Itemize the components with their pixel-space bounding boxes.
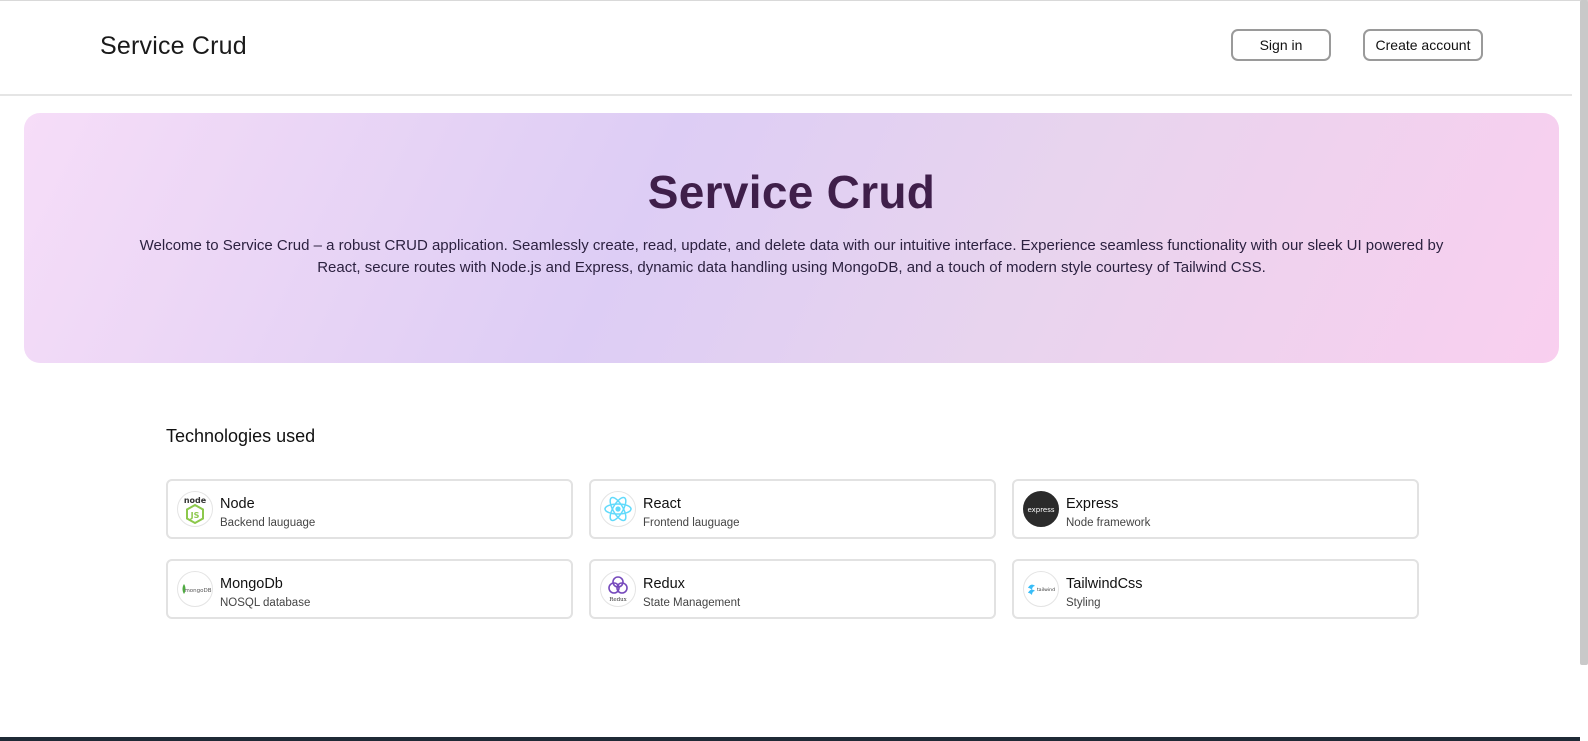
nodejs-icon: node JS [177,491,213,527]
mongodb-icon: mongoDB [177,571,213,607]
tech-description: Styling [1066,597,1101,609]
hero-title: Service Crud [647,166,936,218]
tech-description: Frontend lauguage [643,517,740,529]
hero-banner: Service Crud Welcome to Service Crud – a… [24,113,1559,363]
redux-icon: Redux [600,571,636,607]
tech-name: MongoDb [220,576,283,592]
tech-description: State Management [643,597,741,609]
taskbar-strip [0,737,1580,741]
site-header: Service Crud Sign in Create account [0,1,1572,96]
tech-description: Node framework [1066,517,1151,529]
page-scrollbar[interactable] [1580,0,1588,665]
svg-text:express: express [1027,506,1054,514]
svg-text:JS: JS [190,511,200,520]
tech-description: NOSQL database [220,597,311,609]
tech-card-react: React Frontend lauguage [589,479,996,539]
react-icon [600,491,636,527]
tech-name: Redux [643,576,685,592]
create-account-button[interactable]: Create account [1363,29,1483,61]
tech-name: Node [220,496,255,512]
tech-name: TailwindCss [1066,576,1143,592]
tech-card-node: node JS Node Backend lauguage [166,479,573,539]
tech-name: React [643,496,681,512]
tech-description: Backend lauguage [220,517,316,529]
svg-text:mongoDB: mongoDB [184,588,211,594]
express-icon: express [1023,491,1059,527]
tech-card-redux: Redux Redux State Management [589,559,996,619]
hero-description: Welcome to Service Crud – a robust CRUD … [139,237,1444,276]
tech-name: Express [1066,496,1119,512]
sign-in-button[interactable]: Sign in [1231,29,1331,61]
svg-text:tailwind: tailwind [1037,587,1055,593]
tech-card-express: express Express Node framework [1012,479,1419,539]
svg-text:node: node [184,496,207,505]
technologies-heading: Technologies used [166,426,316,446]
tailwindcss-icon: tailwind [1023,571,1059,607]
site-brand[interactable]: Service Crud [100,32,247,61]
svg-text:Redux: Redux [609,597,627,603]
tech-card-tailwindcss: tailwind TailwindCss Styling [1012,559,1419,619]
tech-card-mongodb: mongoDB MongoDb NOSQL database [166,559,573,619]
